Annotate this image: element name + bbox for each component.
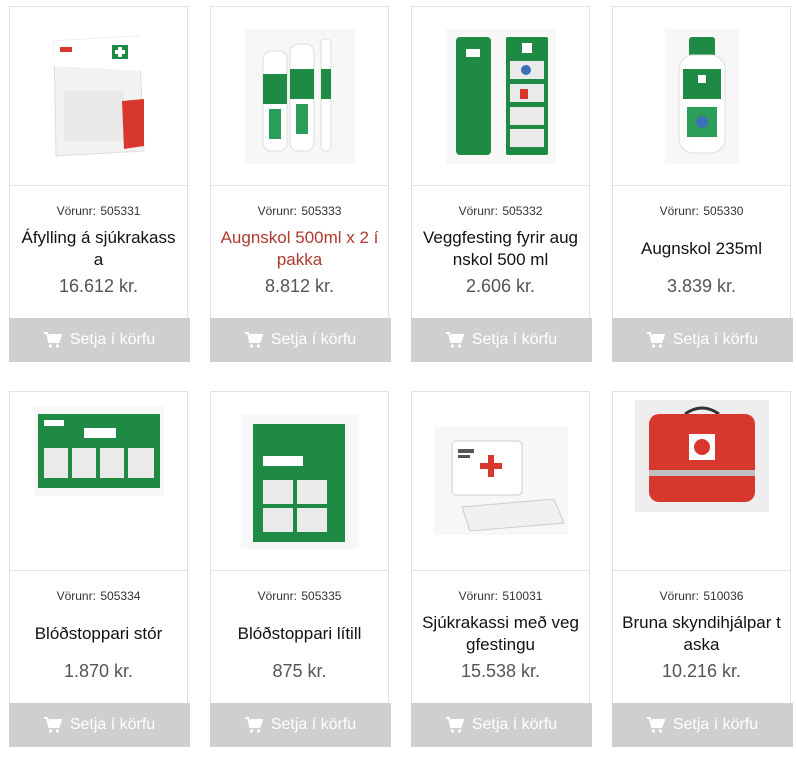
cart-icon [244, 332, 263, 348]
product-price: 875 kr. [272, 661, 327, 681]
add-to-cart-button[interactable]: Setja í körfu [9, 703, 190, 747]
sku-label: Vörunr: [56, 204, 96, 218]
add-to-cart-button[interactable]: Setja í körfu [411, 703, 592, 747]
product-grid: Vörunr: 505331 Áfylling á sjúkrakassa 16… [0, 0, 796, 758]
product-image[interactable] [613, 392, 790, 571]
product-image[interactable] [613, 7, 790, 186]
add-to-cart-button[interactable]: Setja í körfu [612, 318, 793, 362]
cart-icon [646, 717, 665, 733]
add-to-cart-label: Setja í körfu [69, 716, 156, 733]
product-image[interactable] [412, 392, 589, 571]
sku-number: 505330 [703, 204, 744, 218]
add-to-cart-button[interactable]: Setja í körfu [210, 703, 391, 747]
product-card[interactable]: Vörunr: 505330 Augnskol 235ml 3.839 kr. … [612, 6, 793, 362]
product-price: 1.870 kr. [63, 661, 134, 681]
product-card[interactable]: Vörunr: 505335 Blóðstoppari lítill 875 k… [210, 391, 391, 747]
bloodstopper-small-image [240, 413, 359, 549]
add-to-cart-label: Setja í körfu [672, 331, 759, 348]
product-card[interactable]: Vörunr: 510036 Bruna skyndihjálpar taska… [612, 391, 793, 747]
product-price: 16.612 kr. [58, 276, 139, 296]
product-image[interactable] [211, 7, 388, 186]
sku-label: Vörunr: [458, 204, 498, 218]
sku-number: 510031 [502, 589, 543, 603]
product-image[interactable] [10, 392, 187, 571]
product-card[interactable]: Vörunr: 510031 Sjúkrakassi með veggfesti… [411, 391, 592, 747]
cart-icon [244, 717, 263, 733]
add-to-cart-label: Setja í körfu [270, 716, 357, 733]
product-price: 3.839 kr. [666, 276, 737, 296]
eyewash-2pack-image [244, 28, 355, 164]
product-title[interactable]: Áfylling á sjúkrakassa [18, 227, 179, 271]
sku-label: Vörunr: [257, 589, 297, 603]
sku-label: Vörunr: [56, 589, 96, 603]
add-to-cart-label: Setja í körfu [69, 331, 156, 348]
add-to-cart-button[interactable]: Setja í körfu [411, 318, 592, 362]
cart-icon [43, 332, 62, 348]
wall-mount-image [445, 28, 556, 164]
add-to-cart-label: Setja í körfu [471, 331, 558, 348]
product-card[interactable]: Vörunr: 505334 Blóðstoppari stór 1.870 k… [9, 391, 190, 747]
product-image[interactable] [211, 392, 388, 571]
product-title[interactable]: Veggfesting fyrir augnskol 500 ml [420, 227, 581, 271]
product-title[interactable]: Bruna skyndihjálpar taska [621, 612, 782, 656]
cart-icon [445, 332, 464, 348]
add-to-cart-label: Setja í körfu [270, 331, 357, 348]
sku-number: 505333 [301, 204, 342, 218]
add-to-cart-label: Setja í körfu [672, 716, 759, 733]
sku-number: 510036 [703, 589, 744, 603]
burn-firstaid-bag-image [634, 400, 769, 512]
sku-label: Vörunr: [458, 589, 498, 603]
product-title[interactable]: Sjúkrakassi með veggfestingu [420, 612, 581, 656]
product-card[interactable]: Vörunr: 505332 Veggfesting fyrir augnsko… [411, 6, 592, 362]
bloodstopper-large-image [33, 406, 164, 496]
sku-number: 505332 [502, 204, 543, 218]
product-card[interactable]: Vörunr: 505333 Augnskol 500ml x 2 í pakk… [210, 6, 391, 362]
sku-label: Vörunr: [659, 204, 699, 218]
sku-number: 505331 [100, 204, 141, 218]
cart-icon [43, 717, 62, 733]
sku-number: 505335 [301, 589, 342, 603]
eyewash-235ml-image [664, 28, 739, 164]
product-price: 15.538 kr. [460, 661, 541, 681]
sku-label: Vörunr: [659, 589, 699, 603]
cart-icon [445, 717, 464, 733]
sku-label: Vörunr: [257, 204, 297, 218]
sku-number: 505334 [100, 589, 141, 603]
add-to-cart-button[interactable]: Setja í körfu [612, 703, 793, 747]
add-to-cart-label: Setja í körfu [471, 716, 558, 733]
add-to-cart-button[interactable]: Setja í körfu [9, 318, 190, 362]
firstaid-box-wallmount-image [433, 427, 568, 535]
refill-box-image [52, 35, 145, 157]
product-image[interactable] [10, 7, 187, 186]
product-price: 10.216 kr. [661, 661, 742, 681]
product-card[interactable]: Vörunr: 505331 Áfylling á sjúkrakassa 16… [9, 6, 190, 362]
product-title[interactable]: Blóðstoppari stór [35, 623, 163, 645]
product-title[interactable]: Augnskol 500ml x 2 í pakka [219, 227, 380, 271]
cart-icon [646, 332, 665, 348]
product-title[interactable]: Blóðstoppari lítill [238, 623, 362, 645]
add-to-cart-button[interactable]: Setja í körfu [210, 318, 391, 362]
product-price: 2.606 kr. [465, 276, 536, 296]
product-image[interactable] [412, 7, 589, 186]
product-price: 8.812 kr. [264, 276, 335, 296]
product-title[interactable]: Augnskol 235ml [641, 238, 762, 260]
